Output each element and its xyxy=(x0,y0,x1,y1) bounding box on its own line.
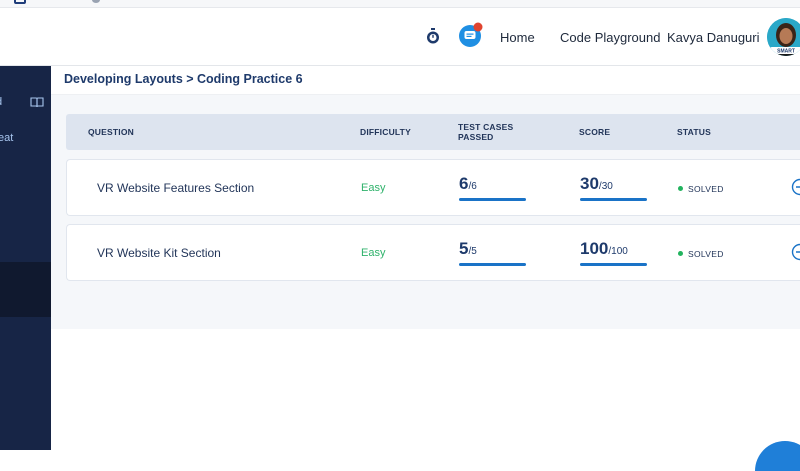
book-icon[interactable] xyxy=(30,97,44,108)
status-label: SOLVED xyxy=(688,184,724,194)
status-dot-icon xyxy=(678,186,683,191)
table-row[interactable]: VR Website Kit Section Easy 5/5 100/100 … xyxy=(66,224,800,281)
column-header-score: SCORE xyxy=(579,127,610,137)
user-name[interactable]: Kavya Danuguri xyxy=(667,30,760,45)
breadcrumb[interactable]: Developing Layouts > Coding Practice 6 xyxy=(64,72,303,86)
tests-total: /6 xyxy=(468,181,476,192)
sidebar-active-item[interactable] xyxy=(0,262,51,317)
top-header: Home Code Playground Kavya Danuguri SMAR… xyxy=(0,8,800,66)
status-badge: SOLVED xyxy=(678,249,724,259)
score: 30 xyxy=(580,174,599,193)
sidebar-item-label[interactable]: d xyxy=(0,96,2,108)
score-total: /30 xyxy=(599,181,613,192)
tab-dot-icon xyxy=(92,0,100,3)
status-dot-icon xyxy=(678,251,683,256)
main-content: Developing Layouts > Coding Practice 6 Q… xyxy=(51,66,800,450)
avatar[interactable]: SMART xyxy=(767,18,800,56)
difficulty-label: Easy xyxy=(361,182,385,194)
test-cases-progress-bar xyxy=(459,198,526,201)
column-header-status: STATUS xyxy=(677,127,711,137)
score-progress-bar xyxy=(580,198,647,201)
arrow-right-circle-icon[interactable] xyxy=(791,178,800,196)
chat-icon[interactable] xyxy=(458,22,484,48)
timer-icon[interactable] xyxy=(425,28,441,44)
sidebar: d eat xyxy=(0,66,51,450)
difficulty-label: Easy xyxy=(361,247,385,259)
column-header-test-cases-line1: TEST CASES xyxy=(458,122,513,132)
arrow-right-circle-icon[interactable] xyxy=(791,243,800,261)
score-value: 30/30 xyxy=(580,174,613,194)
nav-code-playground-link[interactable]: Code Playground xyxy=(560,30,660,45)
test-cases-value: 5/5 xyxy=(459,239,477,259)
tab-icon xyxy=(14,0,26,4)
notification-badge xyxy=(474,23,483,32)
status-badge: SOLVED xyxy=(678,184,724,194)
browser-top-strip xyxy=(0,0,800,8)
avatar-badge-text: SMART xyxy=(777,49,795,55)
test-cases-progress-bar xyxy=(459,263,526,266)
test-cases-value: 6/6 xyxy=(459,174,477,194)
score: 100 xyxy=(580,239,608,258)
table-header: QUESTION DIFFICULTY TEST CASES PASSED SC… xyxy=(66,114,800,150)
tests-total: /5 xyxy=(468,246,476,257)
column-header-difficulty: DIFFICULTY xyxy=(360,127,411,137)
avatar-image: SMART xyxy=(767,18,800,56)
column-header-test-cases: TEST CASES PASSED xyxy=(458,122,513,142)
column-header-test-cases-line2: PASSED xyxy=(458,132,494,142)
question-title[interactable]: VR Website Kit Section xyxy=(97,246,221,260)
sidebar-item-label[interactable]: eat xyxy=(0,132,13,144)
nav-home-link[interactable]: Home xyxy=(500,30,535,45)
table-row[interactable]: VR Website Features Section Easy 6/6 30/… xyxy=(66,159,800,216)
status-label: SOLVED xyxy=(688,249,724,259)
score-progress-bar xyxy=(580,263,647,266)
question-title[interactable]: VR Website Features Section xyxy=(97,181,254,195)
column-header-question: QUESTION xyxy=(88,127,134,137)
score-total: /100 xyxy=(608,246,627,257)
score-value: 100/100 xyxy=(580,239,628,259)
